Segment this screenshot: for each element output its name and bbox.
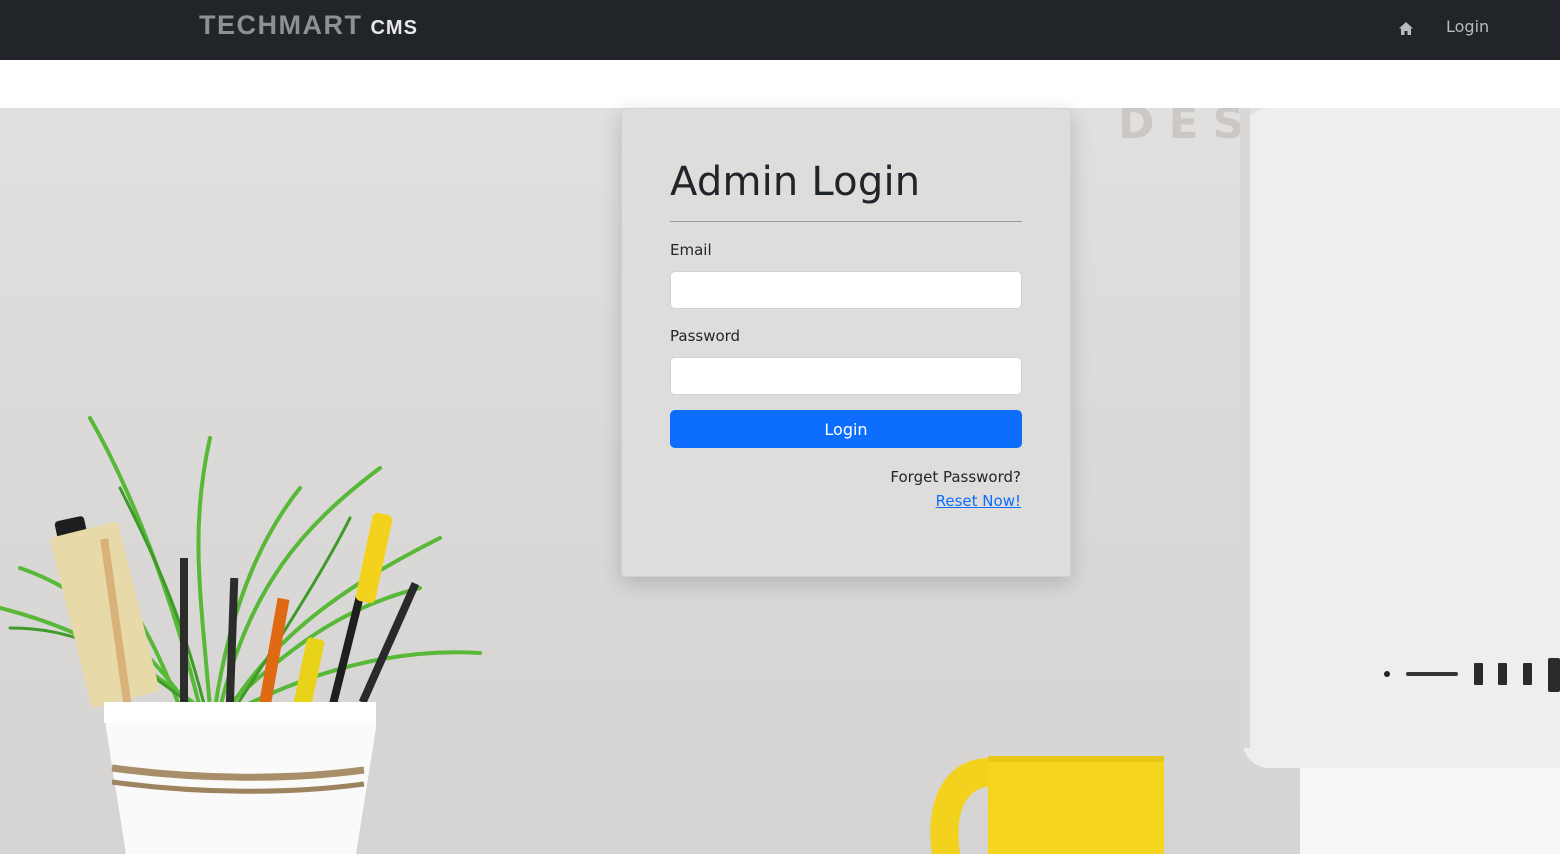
brand-logo[interactable]: TECHMART CMS — [199, 10, 418, 41]
forget-password-text: Forget Password? — [890, 468, 1021, 486]
brand-name: TECHMART — [199, 10, 363, 40]
login-button[interactable]: Login — [670, 410, 1022, 448]
nav-login-link[interactable]: Login — [1446, 17, 1489, 36]
password-label: Password — [670, 327, 741, 345]
email-label: Email — [670, 241, 712, 259]
page-title: Admin Login — [670, 159, 921, 205]
login-card: Admin Login Email Password Login Forget … — [621, 108, 1071, 577]
password-field[interactable] — [670, 357, 1022, 395]
top-navbar: TECHMART CMS Login — [0, 0, 1560, 60]
svg-text:DES: DES — [1118, 108, 1258, 149]
reset-password-link[interactable]: Reset Now! — [936, 492, 1021, 510]
email-field[interactable] — [670, 271, 1022, 309]
home-icon[interactable] — [1396, 19, 1416, 39]
brand-suffix: CMS — [370, 17, 418, 39]
title-divider — [670, 221, 1022, 222]
